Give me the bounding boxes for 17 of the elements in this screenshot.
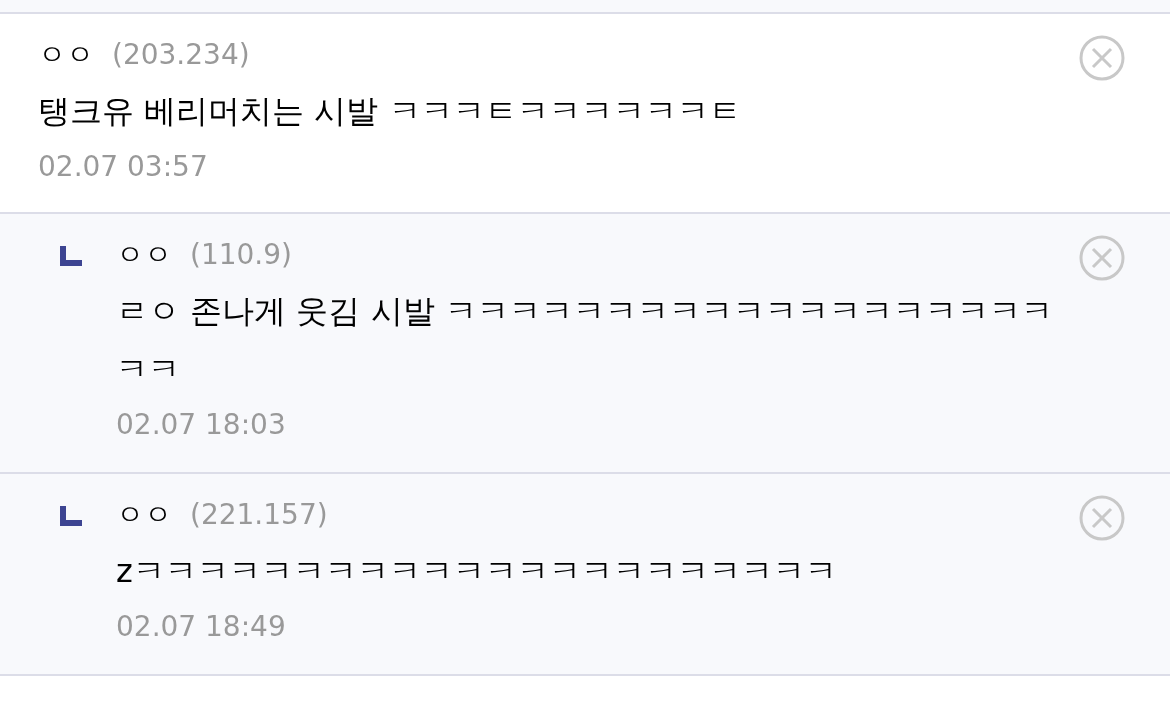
comment-time: 02.07 03:57 [38,149,209,185]
comment-time: 02.07 18:49 [116,609,287,645]
ip-address: (203.234) [112,37,250,73]
delete-icon[interactable] [1078,234,1126,282]
comment-text: zㅋㅋㅋㅋㅋㅋㅋㅋㅋㅋㅋㅋㅋㅋㅋㅋㅋㅋㅋㅋㅋㅋ [116,551,838,592]
author-name: ㅇㅇ [38,37,94,73]
delete-icon[interactable] [1078,494,1126,542]
ip-address: (110.9) [190,237,292,273]
reply-arrow-icon [60,246,82,266]
author-name: ㅇㅇ [116,237,172,273]
comment-text: ㄹㅇ 존나게 웃김 시발 ㅋㅋㅋㅋㅋㅋㅋㅋㅋㅋㅋㅋㅋㅋㅋㅋㅋㅋㅋㅋㅋ [116,291,1054,390]
reply-arrow-icon [60,506,82,526]
ip-address: (221.157) [190,497,328,533]
comment-time: 02.07 18:03 [116,407,287,443]
author-name: ㅇㅇ [116,497,172,533]
delete-icon[interactable] [1078,34,1126,82]
comment-text: 탱크유 베리머치는 시발 ㅋㅋㅋㅌㅋㅋㅋㅋㅋㅋㅌ [38,91,742,132]
